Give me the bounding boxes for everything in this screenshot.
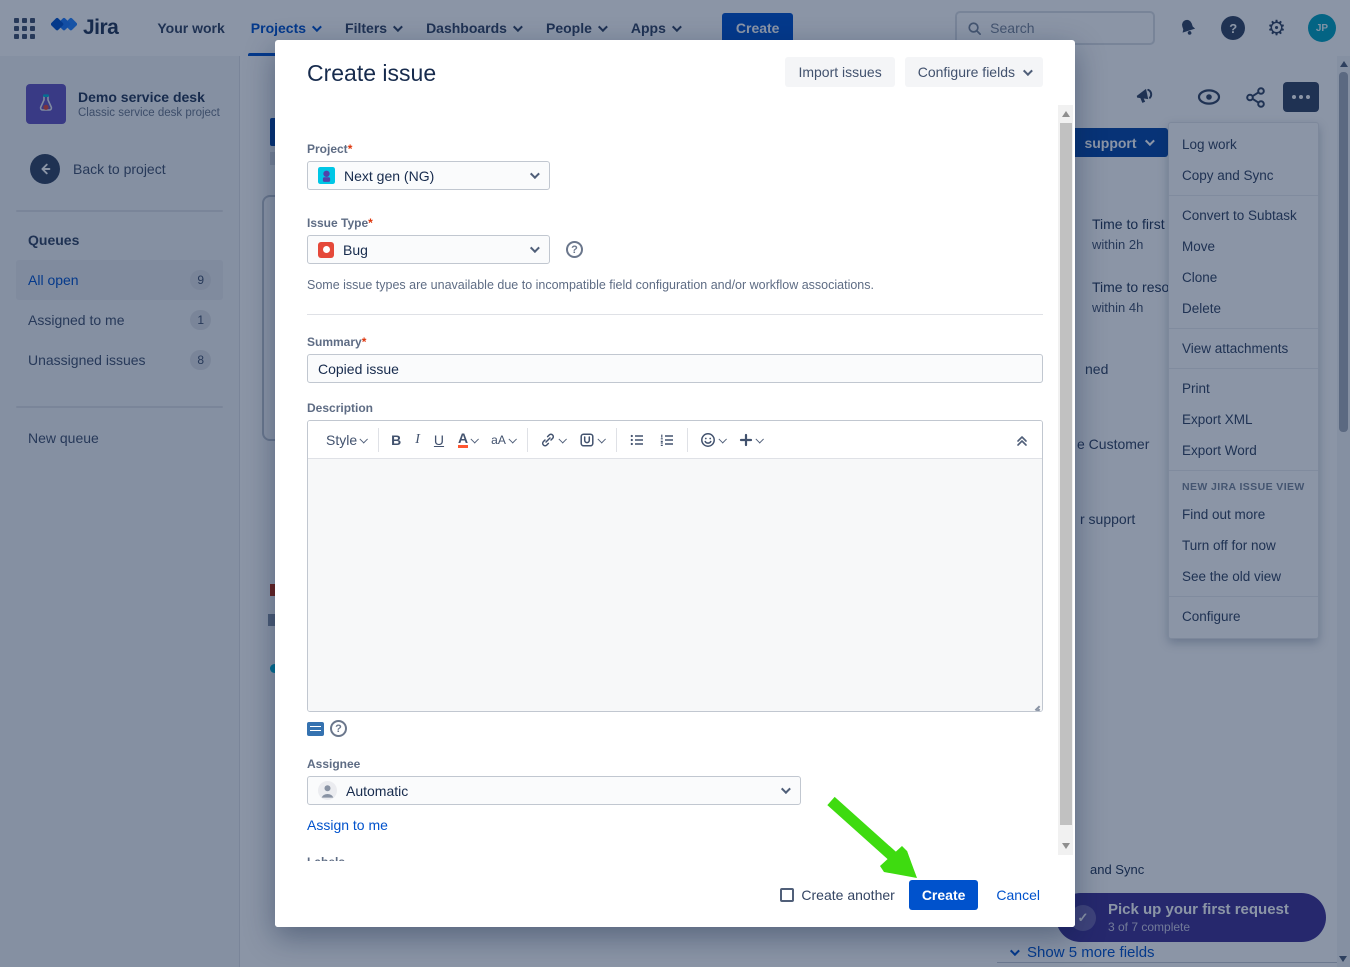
create-another-option[interactable]: Create another: [780, 887, 894, 903]
text-color-dropdown[interactable]: A: [452, 428, 483, 451]
scroll-down-arrow[interactable]: [1062, 843, 1070, 849]
page: Jira Your work Projects Filters Dashboar…: [0, 0, 1350, 967]
issue-type-select[interactable]: Bug: [307, 235, 550, 264]
link-dropdown[interactable]: [534, 429, 571, 451]
numbered-list-icon: [659, 432, 675, 448]
double-chevron-up-icon: [1014, 432, 1030, 448]
numbered-list-button[interactable]: [653, 429, 681, 451]
insert-more-dropdown[interactable]: [733, 430, 768, 450]
scroll-up-arrow[interactable]: [1062, 111, 1070, 117]
assignee-label: Assignee: [307, 757, 1043, 771]
bullet-list-icon: [629, 432, 645, 448]
chevron-down-icon: [508, 435, 516, 443]
editor-toolbar: Style B I U A aA: [308, 421, 1042, 459]
project-label: Project*: [307, 142, 1043, 156]
create-another-checkbox[interactable]: [780, 888, 794, 902]
import-issues-button[interactable]: Import issues: [785, 57, 894, 87]
bullet-list-button[interactable]: [623, 429, 651, 451]
description-label: Description: [307, 401, 1043, 415]
resize-handle[interactable]: [1030, 699, 1040, 709]
link-icon: [540, 432, 556, 448]
emoji-icon: [700, 432, 716, 448]
bug-type-icon: [318, 242, 334, 258]
issue-type-note: Some issue types are unavailable due to …: [307, 278, 1043, 292]
scrollbar-thumb[interactable]: [1060, 123, 1072, 825]
create-button[interactable]: Create: [909, 880, 979, 910]
form-divider: [307, 314, 1043, 315]
required-asterisk: *: [368, 216, 373, 230]
project-select-value: Next gen (NG): [344, 168, 434, 184]
issue-type-help-icon[interactable]: ?: [566, 241, 583, 258]
modal-scrollbar[interactable]: [1058, 105, 1073, 855]
create-another-label: Create another: [801, 887, 894, 903]
chevron-down-icon: [1023, 66, 1033, 76]
description-editor: Style B I U A aA: [307, 420, 1043, 712]
wiki-markup-icon[interactable]: [307, 722, 324, 736]
summary-label: Summary*: [307, 335, 1043, 349]
required-asterisk: *: [348, 142, 353, 156]
emoji-dropdown[interactable]: [694, 429, 731, 451]
attach-dropdown[interactable]: [573, 429, 610, 451]
collapse-toolbar-button[interactable]: [1008, 429, 1036, 451]
chevron-down-icon: [781, 784, 791, 794]
chevron-down-icon: [755, 435, 763, 443]
description-help-icon[interactable]: ?: [330, 720, 347, 737]
bold-button[interactable]: B: [385, 429, 407, 451]
modal-footer: Create another Create Cancel: [275, 863, 1075, 927]
issue-type-select-value: Bug: [343, 242, 368, 258]
chevron-down-icon: [360, 435, 368, 443]
assignee-avatar-icon: [318, 781, 337, 800]
plus-icon: [739, 433, 753, 447]
description-textarea[interactable]: [308, 459, 1042, 711]
chevron-down-icon: [471, 435, 479, 443]
chevron-down-icon: [530, 243, 540, 253]
project-select[interactable]: Next gen (NG): [307, 161, 550, 190]
summary-input[interactable]: [307, 354, 1043, 383]
required-asterisk: *: [362, 335, 367, 349]
style-dropdown[interactable]: Style: [320, 429, 372, 451]
chevron-down-icon: [558, 435, 566, 443]
configure-fields-button[interactable]: Configure fields: [905, 57, 1043, 87]
chevron-down-icon: [597, 435, 605, 443]
assignee-select-value: Automatic: [346, 783, 408, 799]
issue-type-label: Issue Type*: [307, 216, 1043, 230]
chevron-down-icon: [718, 435, 726, 443]
project-mini-avatar-icon: [318, 167, 335, 184]
cancel-link[interactable]: Cancel: [996, 887, 1040, 903]
more-formatting-dropdown[interactable]: aA: [485, 430, 521, 450]
assignee-select[interactable]: Automatic: [307, 776, 801, 805]
italic-button[interactable]: I: [409, 429, 426, 451]
attachment-icon: [579, 432, 595, 448]
assign-to-me-link[interactable]: Assign to me: [307, 817, 388, 833]
chevron-down-icon: [530, 169, 540, 179]
labels-label: Labels: [307, 855, 1043, 861]
create-issue-modal: Create issue Import issues Configure fie…: [275, 40, 1075, 927]
underline-button[interactable]: U: [428, 429, 450, 451]
